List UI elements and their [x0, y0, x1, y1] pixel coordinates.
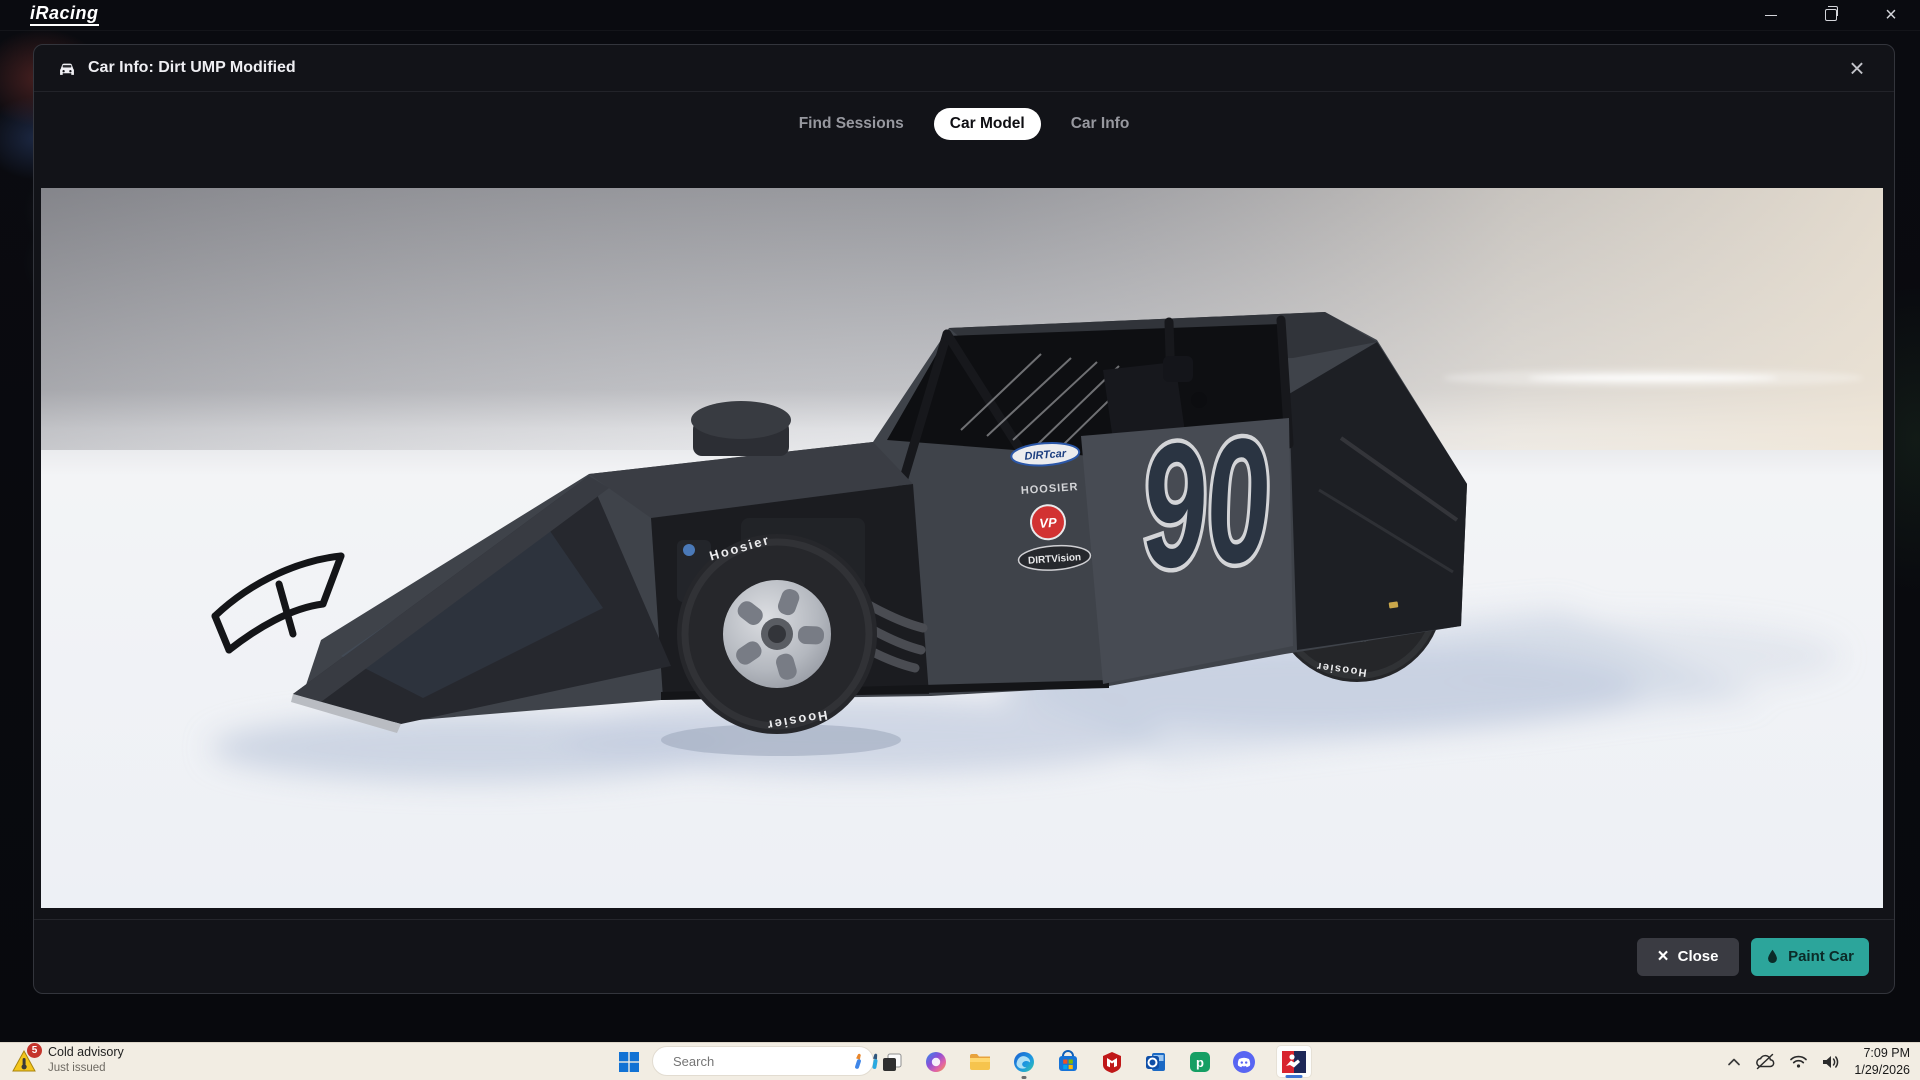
taskbar-clock[interactable]: 7:09 PM 1/29/2026 — [1854, 1045, 1910, 1078]
volume-icon[interactable] — [1821, 1054, 1841, 1070]
clock-date: 1/29/2026 — [1854, 1062, 1910, 1078]
taskbar-apps: p — [880, 1043, 1312, 1080]
svg-text:p: p — [1196, 1055, 1204, 1070]
mcafee-icon[interactable] — [1100, 1050, 1124, 1074]
dialog-title: Car Info: Dirt UMP Modified — [88, 59, 296, 77]
weather-widget[interactable]: 5 Cold advisory Just issued — [10, 1045, 124, 1075]
windows-logo-icon — [618, 1051, 640, 1073]
close-button-label: Close — [1678, 948, 1719, 965]
weather-alert-icon: 5 — [10, 1045, 40, 1075]
edge-running-indicator — [1022, 1076, 1027, 1079]
restore-icon — [1825, 9, 1837, 21]
car-icon — [56, 57, 78, 79]
close-window-button[interactable]: × — [1874, 1, 1908, 29]
dialog-header: Car Info: Dirt UMP Modified × — [34, 45, 1894, 92]
microsoft-store-icon[interactable] — [1056, 1050, 1080, 1074]
close-x-icon: × — [1658, 946, 1669, 968]
weather-badge: 5 — [27, 1043, 42, 1058]
planner-icon[interactable]: p — [1188, 1050, 1212, 1074]
dialog-close-button[interactable]: × — [1838, 49, 1876, 87]
iracing-app-icon[interactable] — [1276, 1045, 1312, 1078]
minimize-button[interactable] — [1754, 1, 1788, 29]
clock-time: 7:09 PM — [1854, 1045, 1910, 1061]
decal-vp: VP — [1039, 515, 1058, 531]
paint-button-label: Paint Car — [1788, 948, 1854, 965]
minimize-icon — [1765, 15, 1777, 16]
dialog-footer: × Close Paint Car — [34, 919, 1894, 993]
car-render: Hoosier Hoosier — [41, 188, 1883, 908]
paint-car-button[interactable]: Paint Car — [1751, 938, 1869, 976]
car-model-viewer[interactable]: Hoosier Hoosier — [41, 188, 1883, 908]
paint-drop-icon — [1766, 949, 1779, 965]
iracing-logo: iRacing — [30, 4, 99, 26]
dialog-tabs: Find Sessions Car Model Car Info — [34, 91, 1894, 157]
dialog-title-wrap: Car Info: Dirt UMP Modified — [56, 57, 296, 79]
weather-subtitle: Just issued — [48, 1061, 124, 1075]
tab-car-info[interactable]: Car Info — [1067, 108, 1134, 140]
screen: iRacing × Car Info: Dirt UMP Modified × … — [0, 0, 1920, 1080]
outlook-icon[interactable] — [1144, 1050, 1168, 1074]
taskbar: 5 Cold advisory Just issued — [0, 1042, 1920, 1080]
car-number: 90 — [1135, 402, 1276, 606]
window-controls: × — [1754, 0, 1908, 30]
search-box[interactable] — [652, 1046, 874, 1076]
wifi-icon[interactable] — [1789, 1054, 1808, 1069]
weather-title: Cold advisory — [48, 1045, 124, 1061]
iracing-tile-icon — [1281, 1050, 1307, 1074]
restore-button[interactable] — [1814, 1, 1848, 29]
app-titlebar: iRacing × — [0, 0, 1920, 31]
copilot-icon[interactable] — [924, 1050, 948, 1074]
task-view-icon[interactable] — [880, 1050, 904, 1074]
close-icon: × — [1885, 5, 1897, 25]
hidden-icons-chevron[interactable] — [1727, 1057, 1741, 1067]
discord-icon[interactable] — [1232, 1050, 1256, 1074]
iracing-active-indicator — [1286, 1075, 1303, 1078]
tab-car-model[interactable]: Car Model — [934, 108, 1041, 140]
car-info-dialog: Car Info: Dirt UMP Modified × Find Sessi… — [33, 44, 1895, 994]
file-explorer-icon[interactable] — [968, 1050, 992, 1074]
onedrive-offline-icon[interactable] — [1754, 1053, 1776, 1070]
start-button[interactable] — [616, 1049, 642, 1075]
lens-flare — [1443, 369, 1863, 387]
close-button[interactable]: × Close — [1637, 938, 1739, 976]
search-input[interactable] — [671, 1053, 851, 1070]
system-tray: 7:09 PM 1/29/2026 — [1727, 1043, 1910, 1080]
edge-icon[interactable] — [1012, 1050, 1036, 1074]
tab-find-sessions[interactable]: Find Sessions — [795, 108, 908, 140]
